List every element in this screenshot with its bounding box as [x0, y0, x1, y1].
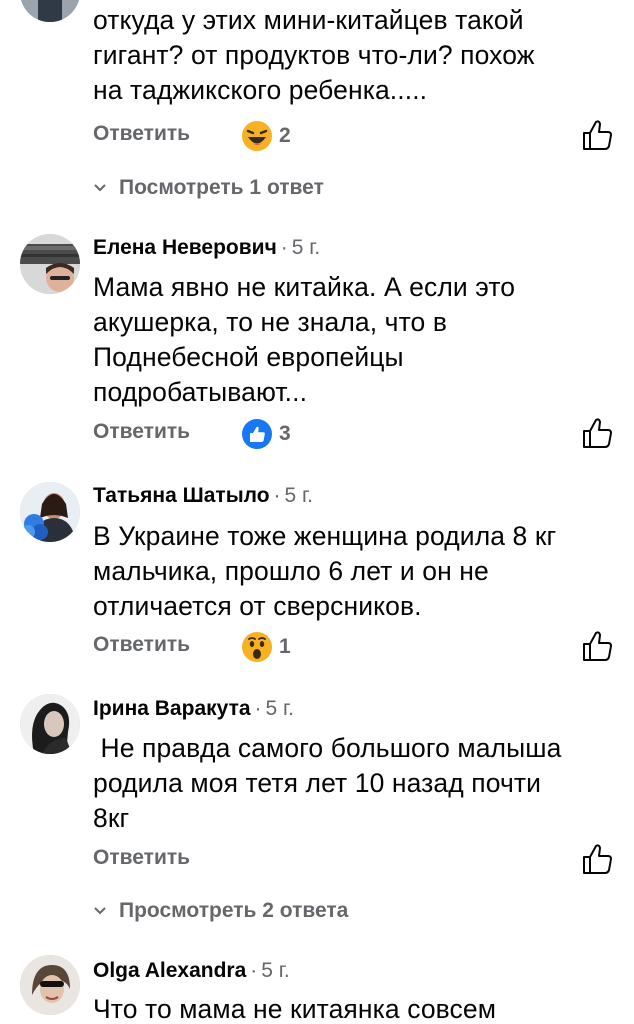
reaction-count: 3 — [279, 422, 291, 445]
avatar[interactable] — [20, 0, 80, 22]
wow-emoji-icon — [242, 632, 272, 662]
timestamp[interactable]: 5 г. — [261, 959, 289, 982]
author-name[interactable]: Ірина Варакута — [93, 697, 251, 720]
thumbs-up-icon[interactable] — [581, 118, 613, 152]
comment-actions: Ответить — [93, 842, 613, 878]
reaction-count: 2 — [279, 124, 291, 147]
reply-button[interactable]: Ответить — [93, 633, 190, 657]
thumbs-up-icon[interactable] — [581, 842, 613, 876]
author-line: Ірина Варакута · 5 г. — [93, 697, 294, 721]
comment-actions: Ответить 3 — [93, 416, 613, 452]
reply-button[interactable]: Ответить — [93, 420, 190, 444]
avatar[interactable] — [20, 482, 80, 542]
chevron-down-icon — [94, 907, 106, 915]
separator-dot: · — [273, 484, 281, 507]
view-replies-button[interactable]: Просмотреть 2 ответа — [93, 899, 348, 923]
comment-text: Не правда самого большого малыша родила … — [93, 733, 562, 833]
like-emoji-icon — [242, 419, 272, 449]
author-line: Татьяна Шатыло · 5 г. — [93, 484, 313, 508]
chevron-down-icon — [94, 184, 106, 192]
thumbs-up-icon[interactable] — [581, 629, 613, 663]
thumbs-up-icon[interactable] — [581, 416, 613, 450]
reaction-count: 1 — [279, 635, 291, 658]
comment-text: В Украине тоже женщина родила 8 кг мальч… — [93, 521, 557, 621]
comment-text: Мама явно не китайка. А если это акушерк… — [93, 272, 516, 407]
avatar[interactable] — [20, 234, 80, 294]
comment-actions: Ответить 1 — [93, 629, 613, 665]
reaction-summary[interactable]: 3 — [241, 416, 291, 452]
comment-text: Что то мама не китаянка совсем — [93, 994, 497, 1024]
separator-dot: · — [280, 236, 288, 259]
author-name[interactable]: Татьяна Шатыло — [93, 484, 270, 507]
author-name[interactable]: Olga Alexandra — [93, 959, 246, 982]
comment-actions: Ответить 2 — [93, 118, 613, 154]
timestamp[interactable]: 5 г. — [292, 236, 320, 259]
timestamp[interactable]: 5 г. — [285, 484, 313, 507]
view-replies-button[interactable]: Посмотреть 1 ответ — [93, 176, 324, 200]
reaction-summary[interactable]: 1 — [241, 629, 291, 665]
view-replies-label: Посмотреть 1 ответ — [119, 176, 324, 199]
author-name[interactable]: Елена Неверович — [93, 236, 277, 259]
avatar[interactable] — [20, 955, 80, 1015]
reaction-summary[interactable]: 2 — [241, 118, 291, 154]
reply-button[interactable]: Ответить — [93, 846, 190, 870]
reply-button[interactable]: Ответить — [93, 122, 190, 146]
view-replies-label: Просмотреть 2 ответа — [119, 899, 349, 922]
author-line: Елена Неверович · 5 г. — [93, 236, 320, 260]
haha-emoji-icon — [242, 121, 272, 151]
timestamp[interactable]: 5 г. — [266, 697, 294, 720]
comment-text: откуда у этих мини-китайцев такой гигант… — [93, 5, 535, 105]
separator-dot: · — [250, 959, 258, 982]
separator-dot: · — [254, 697, 262, 720]
avatar[interactable] — [20, 694, 80, 754]
author-line: Olga Alexandra · 5 г. — [93, 959, 290, 983]
